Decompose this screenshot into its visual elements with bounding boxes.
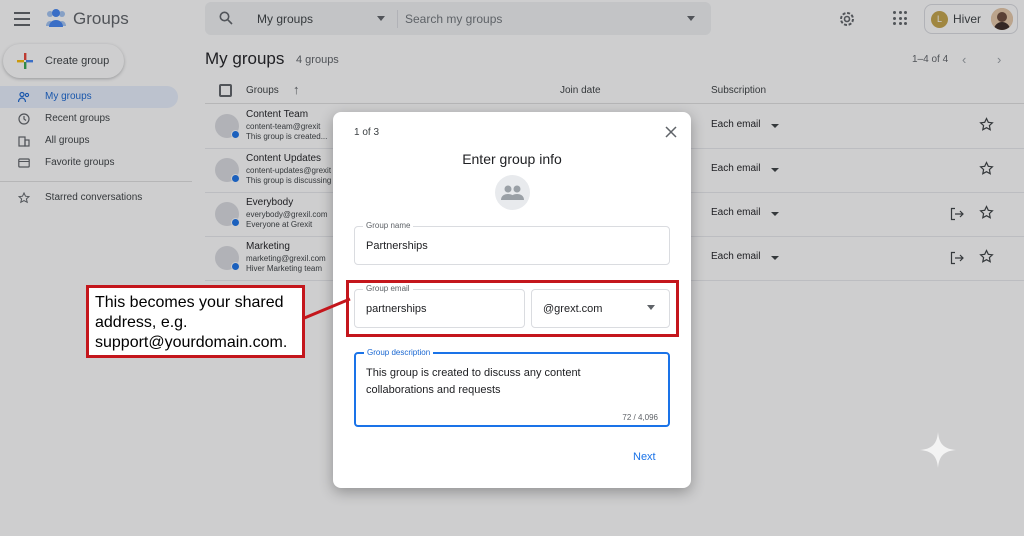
people-icon bbox=[501, 185, 524, 200]
step-indicator: 1 of 3 bbox=[354, 127, 380, 138]
annotation-connector bbox=[301, 297, 351, 321]
next-button[interactable]: Next bbox=[633, 451, 656, 463]
group-name-label: Group name bbox=[363, 221, 414, 230]
group-avatar-placeholder[interactable] bbox=[495, 175, 530, 210]
group-name-value[interactable]: Partnerships bbox=[366, 240, 428, 252]
annotation-callout-text: This becomes your shared address, e.g. s… bbox=[95, 294, 288, 351]
group-description-value[interactable]: This group is created to discuss any con… bbox=[366, 365, 626, 399]
group-description-label: Group description bbox=[364, 348, 434, 357]
annotation-callout: This becomes your shared address, e.g. s… bbox=[86, 285, 305, 358]
annotation-highlight-box bbox=[346, 280, 679, 337]
dialog-title: Enter group info bbox=[462, 151, 562, 167]
group-description-field[interactable]: Group description This group is created … bbox=[354, 348, 670, 427]
group-name-field[interactable]: Group name Partnerships bbox=[354, 221, 670, 265]
sparkle-icon bbox=[920, 432, 956, 468]
character-counter: 72 / 4,096 bbox=[622, 413, 658, 422]
close-icon[interactable] bbox=[665, 126, 677, 138]
